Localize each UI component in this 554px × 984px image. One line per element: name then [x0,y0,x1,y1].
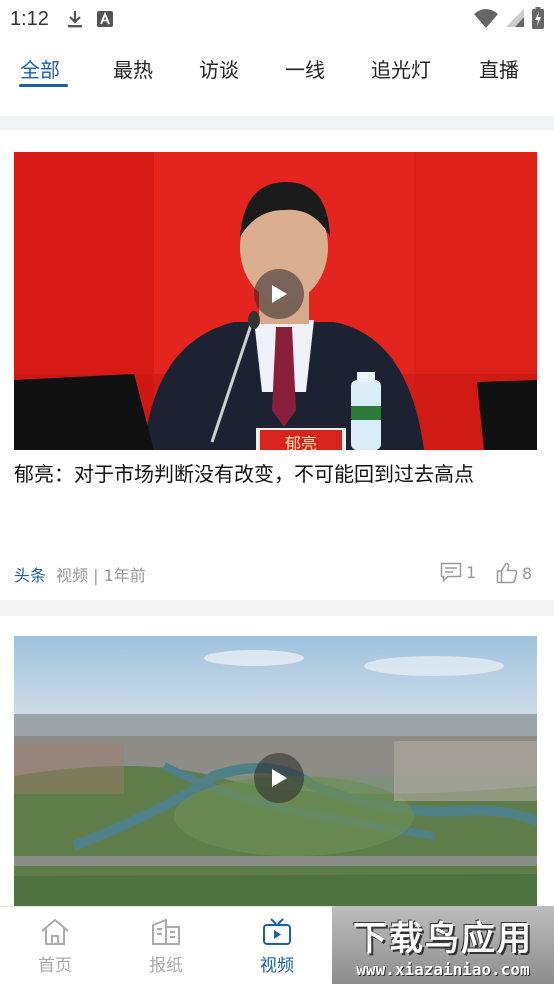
thumbs-up-icon [496,562,518,584]
nav-home[interactable]: 首页 [15,917,95,976]
comment-count-value: 1 [466,562,477,582]
separator [0,116,554,130]
tab-all[interactable]: 全部 [20,54,60,83]
home-icon [41,918,69,945]
watermark-url: www.xiazainiao.com [356,960,530,979]
video-thumbnail[interactable]: 郁亮 [14,152,537,450]
nameplate-text: 郁亮 [285,434,317,450]
battery-charging-icon [532,7,544,29]
video-thumbnail[interactable] [14,636,537,906]
signal-icon [506,9,524,27]
separator [0,600,554,616]
tab-hottest[interactable]: 最热 [113,54,153,83]
tab-spotlight[interactable]: 追光灯 [371,54,431,83]
site-watermark: 下载鸟应用 www.xiazainiao.com [332,906,554,984]
newspaper-icon [152,918,180,945]
watermark-cn: 下载鸟应用 [353,919,533,959]
nav-newspaper[interactable]: 报纸 [126,917,206,976]
tab-frontline[interactable]: 一线 [285,54,325,83]
like-count-value: 8 [522,563,533,583]
tab-interview[interactable]: 访谈 [199,54,239,83]
video-meta: 头条 视频 | 1年前 [14,562,146,586]
nav-newspaper-label: 报纸 [149,956,183,976]
active-tab-indicator [19,84,68,87]
category-tabs: 全部 最热 访谈 一线 追光灯 直播 [0,38,554,114]
wifi-icon [474,9,498,28]
category-tag[interactable]: 头条 [14,562,46,586]
video-headline[interactable]: 郁亮：对于市场判断没有改变，不可能回到过去高点 [14,460,540,488]
like-count[interactable]: 8 [496,562,532,584]
tv-play-icon [263,918,291,945]
play-button[interactable] [254,753,304,803]
tab-live[interactable]: 直播 [479,54,519,83]
download-icon [67,11,82,28]
nav-video[interactable]: 视频 [237,917,317,976]
play-button[interactable] [254,269,304,319]
nav-video-label: 视频 [260,956,294,976]
comment-count[interactable]: 1 [440,562,476,582]
status-bar: 1:12 [0,0,554,38]
play-icon [272,769,287,787]
video-info: 视频 | 1年前 [56,566,146,585]
play-icon [272,285,287,303]
a-box-icon [96,11,113,27]
nav-home-label: 首页 [38,956,72,976]
status-time: 1:12 [10,7,49,30]
comment-icon [440,562,462,582]
